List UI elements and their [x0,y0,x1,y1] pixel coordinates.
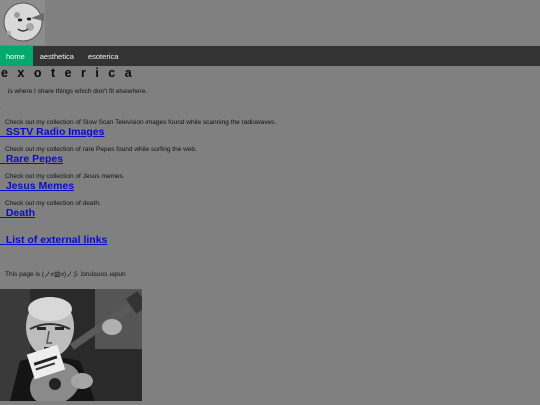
nav-item-aesthetica[interactable]: aesthetica [33,46,81,66]
section-description: Check out my collection of rare Pepes fo… [5,146,197,153]
link-external-links[interactable]: List of external links [0,234,108,246]
link-rare-pepes[interactable]: Rare Pepes [0,153,63,165]
section-description: Check out my collection of Slow Scan Tel… [5,119,277,126]
page-intro: is where I share things which don't fit … [8,88,148,95]
link-jesus-memes[interactable]: Jesus Memes [0,180,74,192]
nav-bar: home aesthetica esoterica [0,46,540,66]
divider-mark: · [0,105,2,111]
nav-item-esoterica[interactable]: esoterica [81,46,125,66]
nav-item-home[interactable]: home [0,46,33,66]
construction-notice: This page is (ノಠ益ಠ)ノ彡 ʇɔnɹʇsuoɔ ɹǝpun [5,271,126,278]
page-title: e x o t e r i c a [1,66,135,80]
link-death[interactable]: Death [0,207,35,219]
man-with-guitar-photo [0,289,142,401]
section-description: Check out my collection of death. [5,200,101,207]
moon-face-icon [0,0,45,45]
section-description: Check out my collection of Jesus memes. [5,173,125,180]
link-sstv-radio-images[interactable]: SSTV Radio Images [0,126,105,138]
site-logo[interactable] [0,0,45,45]
